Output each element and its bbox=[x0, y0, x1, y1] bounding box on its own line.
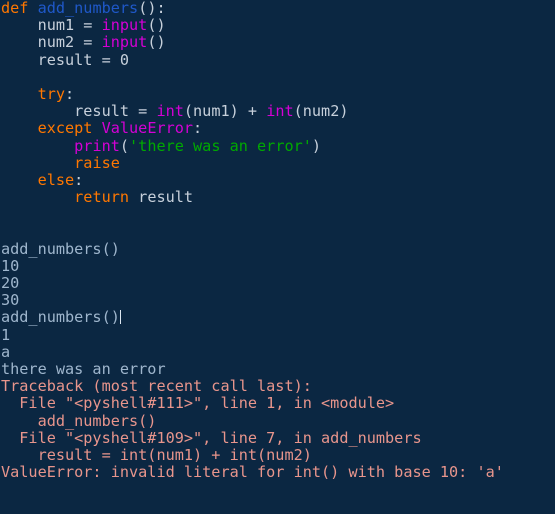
token-kw: return bbox=[74, 188, 130, 207]
token-plain: () bbox=[147, 33, 166, 52]
token-kw: try bbox=[37, 84, 66, 103]
console-line-code-12: return result bbox=[0, 188, 555, 207]
token-plain: : bbox=[193, 119, 203, 138]
token-plain: result = 0 bbox=[1, 50, 130, 69]
console-line-code-8: except ValueError: bbox=[0, 120, 555, 137]
console-line-error-28: ValueError: invalid literal for int() wi… bbox=[0, 463, 555, 482]
token-err: File "<pyshell#111>", line 1, in <module… bbox=[1, 394, 395, 413]
token-kw: def bbox=[1, 0, 29, 17]
token-plain: ) bbox=[311, 136, 322, 155]
token-builtin: int bbox=[266, 102, 294, 121]
token-kw: else bbox=[37, 170, 75, 189]
console-line-error-23: Traceback (most recent call last): bbox=[0, 378, 555, 395]
console-line-error-27: result = int(num1) + int(num2) bbox=[0, 445, 555, 464]
console-line-error-24: File "<pyshell#111>", line 1, in <module… bbox=[0, 395, 555, 412]
token-out: 1 bbox=[1, 325, 11, 344]
console-line-output-17: 20 bbox=[0, 274, 555, 292]
console-line-code-11: else: bbox=[0, 170, 555, 189]
console-line-output-22: there was an error bbox=[0, 359, 555, 378]
console-line-output-19: add_numbers() bbox=[0, 309, 555, 326]
console-line-output-18: 30 bbox=[0, 292, 555, 309]
token-kw: raise bbox=[74, 153, 120, 172]
token-def: add_numbers bbox=[37, 0, 139, 17]
console-line-code-6: try: bbox=[0, 84, 555, 103]
console-line-code-9: print('there was an error') bbox=[0, 136, 555, 155]
token-out: add_numbers() bbox=[1, 239, 120, 258]
token-plain: : bbox=[65, 84, 75, 103]
python-shell-console[interactable]: def add_numbers(): num1 = input() num2 =… bbox=[0, 0, 555, 514]
token-plain: () bbox=[147, 16, 166, 35]
token-err: Traceback (most recent call last): bbox=[1, 377, 312, 396]
console-line-error-25: add_numbers() bbox=[0, 411, 555, 430]
token-err: File "<pyshell#109>", line 7, in add_num… bbox=[1, 428, 422, 447]
console-line-output-15: add_numbers() bbox=[0, 239, 555, 258]
token-plain: : bbox=[74, 170, 84, 189]
console-line-output-21: a bbox=[0, 342, 555, 361]
token-string: 'there was an error' bbox=[129, 136, 312, 155]
token-out: a bbox=[1, 342, 11, 361]
console-line-output-20: 1 bbox=[0, 325, 555, 344]
console-line-blank-5 bbox=[0, 69, 555, 86]
token-plain: num1 = bbox=[1, 16, 102, 35]
token-kw: except bbox=[37, 119, 93, 138]
token-out: 10 bbox=[1, 256, 20, 275]
token-err: ValueError: invalid literal for int() wi… bbox=[1, 463, 504, 482]
token-out: add_numbers() bbox=[1, 308, 120, 327]
token-builtin: print bbox=[74, 136, 120, 155]
token-plain: ( bbox=[119, 136, 130, 155]
token-plain: result = bbox=[1, 102, 157, 121]
text-cursor-caret bbox=[119, 310, 121, 325]
token-plain: (num1) + bbox=[183, 102, 267, 121]
token-builtin: input bbox=[101, 16, 148, 35]
console-line-output-16: 10 bbox=[0, 256, 555, 275]
token-plain: num2 = bbox=[1, 33, 102, 52]
token-err: add_numbers() bbox=[1, 411, 157, 430]
console-line-code-7: result = int(num1) + int(num2) bbox=[0, 103, 555, 120]
console-line-code-4: result = 0 bbox=[0, 50, 555, 69]
console-line-error-26: File "<pyshell#109>", line 7, in add_num… bbox=[0, 428, 555, 447]
token-out: there was an error bbox=[1, 359, 166, 378]
token-plain: result bbox=[129, 188, 194, 207]
token-builtin: int bbox=[156, 102, 184, 121]
token-out: 30 bbox=[1, 291, 20, 310]
console-line-code-3: num2 = input() bbox=[0, 34, 555, 51]
console-line-code-10: raise bbox=[0, 153, 555, 172]
token-err: result = int(num1) + int(num2) bbox=[1, 445, 312, 464]
console-line-blank-13 bbox=[0, 206, 555, 223]
token-builtin: ValueError bbox=[101, 119, 194, 138]
console-line-code-1: def add_numbers(): bbox=[0, 0, 555, 17]
console-line-blank-14 bbox=[0, 223, 555, 240]
token-builtin: input bbox=[101, 33, 148, 52]
token-out: 20 bbox=[1, 274, 20, 292]
console-line-code-2: num1 = input() bbox=[0, 17, 555, 34]
token-plain: (num2) bbox=[293, 102, 349, 121]
token-plain: (): bbox=[138, 0, 166, 17]
